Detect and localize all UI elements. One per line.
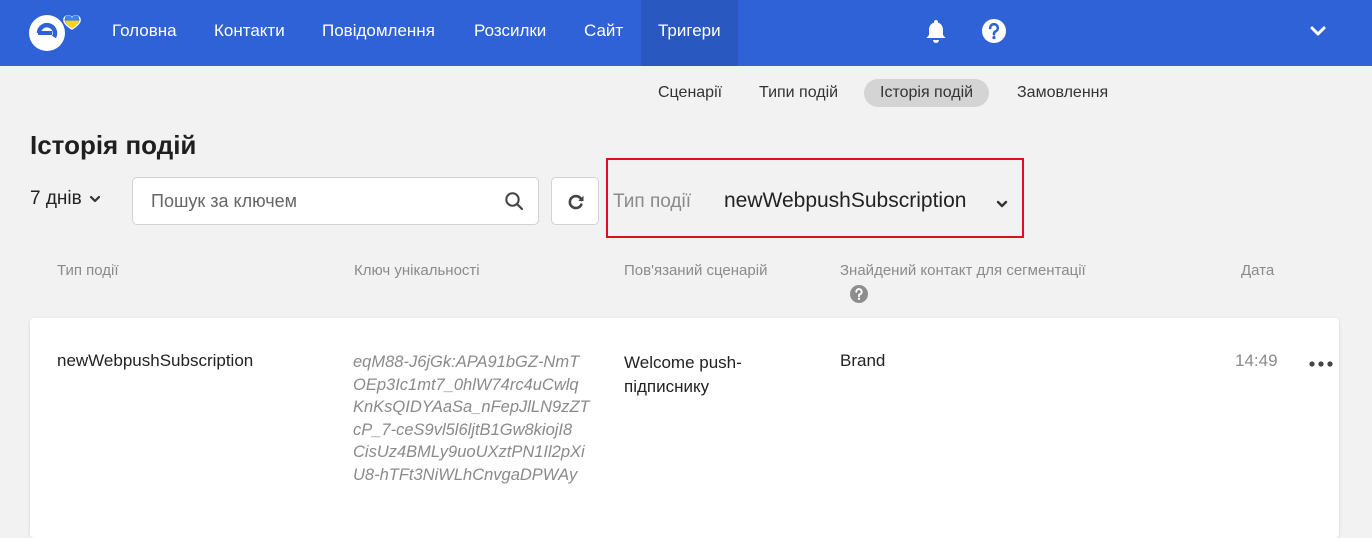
header-unique-key: Ключ унікальності xyxy=(354,262,480,279)
row-unique-key-line: KnKsQIDYAaSa_nFepJlLN9zZT xyxy=(353,398,590,416)
row-scenario-line: Welcome push- xyxy=(624,353,742,372)
row-related-scenario[interactable]: Welcome push- підписнику xyxy=(624,351,764,399)
period-value: 7 днів xyxy=(30,188,82,209)
event-type-label: Тип події xyxy=(613,191,691,212)
chevron-down-icon xyxy=(996,200,1008,208)
logo[interactable] xyxy=(26,8,94,56)
header-found-contact: Знайдений контакт для сегментації xyxy=(840,262,1086,279)
row-unique-key-line: U8-hTFt3NiWLhCnvgaDPWAy xyxy=(353,465,578,484)
nav-triggers[interactable]: Тригери xyxy=(641,0,738,66)
row-unique-key-line: eqM88-J6jGk:APA91bGZ-NmT xyxy=(353,353,580,371)
table-row[interactable]: newWebpushSubscription eqM88-J6jGk:APA91… xyxy=(30,318,1339,538)
search-icon[interactable] xyxy=(504,191,524,211)
tab-event-history[interactable]: Історія подій xyxy=(864,79,990,107)
nav-mailings[interactable]: Розсилки xyxy=(474,0,546,66)
refresh-button[interactable] xyxy=(551,177,599,225)
bell-icon[interactable] xyxy=(922,17,950,45)
top-navbar: Головна Контакти Повідомлення Розсилки С… xyxy=(0,0,1372,66)
event-type-filter[interactable]: Тип події newWebpushSubscription xyxy=(606,158,1024,238)
row-date: 14:49 xyxy=(1235,351,1278,370)
header-related-scenario: Пов'язаний сценарій xyxy=(624,262,768,279)
row-scenario-line: підписнику xyxy=(624,377,710,396)
search-input[interactable] xyxy=(151,178,491,224)
nav-messages[interactable]: Повідомлення xyxy=(322,0,435,66)
period-select[interactable]: 7 днів xyxy=(30,186,102,212)
row-unique-key-line: cP_7-ceS9vl5l6ljtB1Gw8kiojI8 xyxy=(353,420,573,439)
tab-scenarios[interactable]: Сценарії xyxy=(658,79,722,107)
tab-orders[interactable]: Замовлення xyxy=(1017,79,1108,107)
more-options-icon[interactable] xyxy=(1308,356,1334,367)
header-date: Дата xyxy=(1241,262,1275,279)
refresh-icon xyxy=(568,194,584,210)
chevron-down-icon[interactable] xyxy=(1307,20,1329,42)
row-event-type: newWebpushSubscription xyxy=(57,351,254,370)
page-title: Історія подій xyxy=(30,130,197,160)
row-unique-key-line: CisUz4BMLy9uoUXztPN1Il2pXi xyxy=(353,443,585,461)
header-event-type: Тип події xyxy=(57,262,119,279)
tab-event-types[interactable]: Типи подій xyxy=(759,79,838,107)
nav-home[interactable]: Головна xyxy=(112,0,177,66)
row-found-contact: Brand xyxy=(840,351,886,370)
nav-contacts[interactable]: Контакти xyxy=(214,0,285,66)
help-icon[interactable] xyxy=(980,17,1008,45)
nav-site[interactable]: Сайт xyxy=(584,0,623,66)
search-box xyxy=(132,177,539,225)
event-type-value: newWebpushSubscription xyxy=(724,189,967,212)
row-unique-key-line: OEp3Ic1mt7_0hlW74rc4uCwlq xyxy=(353,375,579,394)
row-unique-key: eqM88-J6jGk:APA91bGZ-NmT OEp3Ic1mt7_0hlW… xyxy=(353,351,593,486)
chevron-down-icon xyxy=(89,195,100,203)
help-icon[interactable] xyxy=(849,284,869,304)
